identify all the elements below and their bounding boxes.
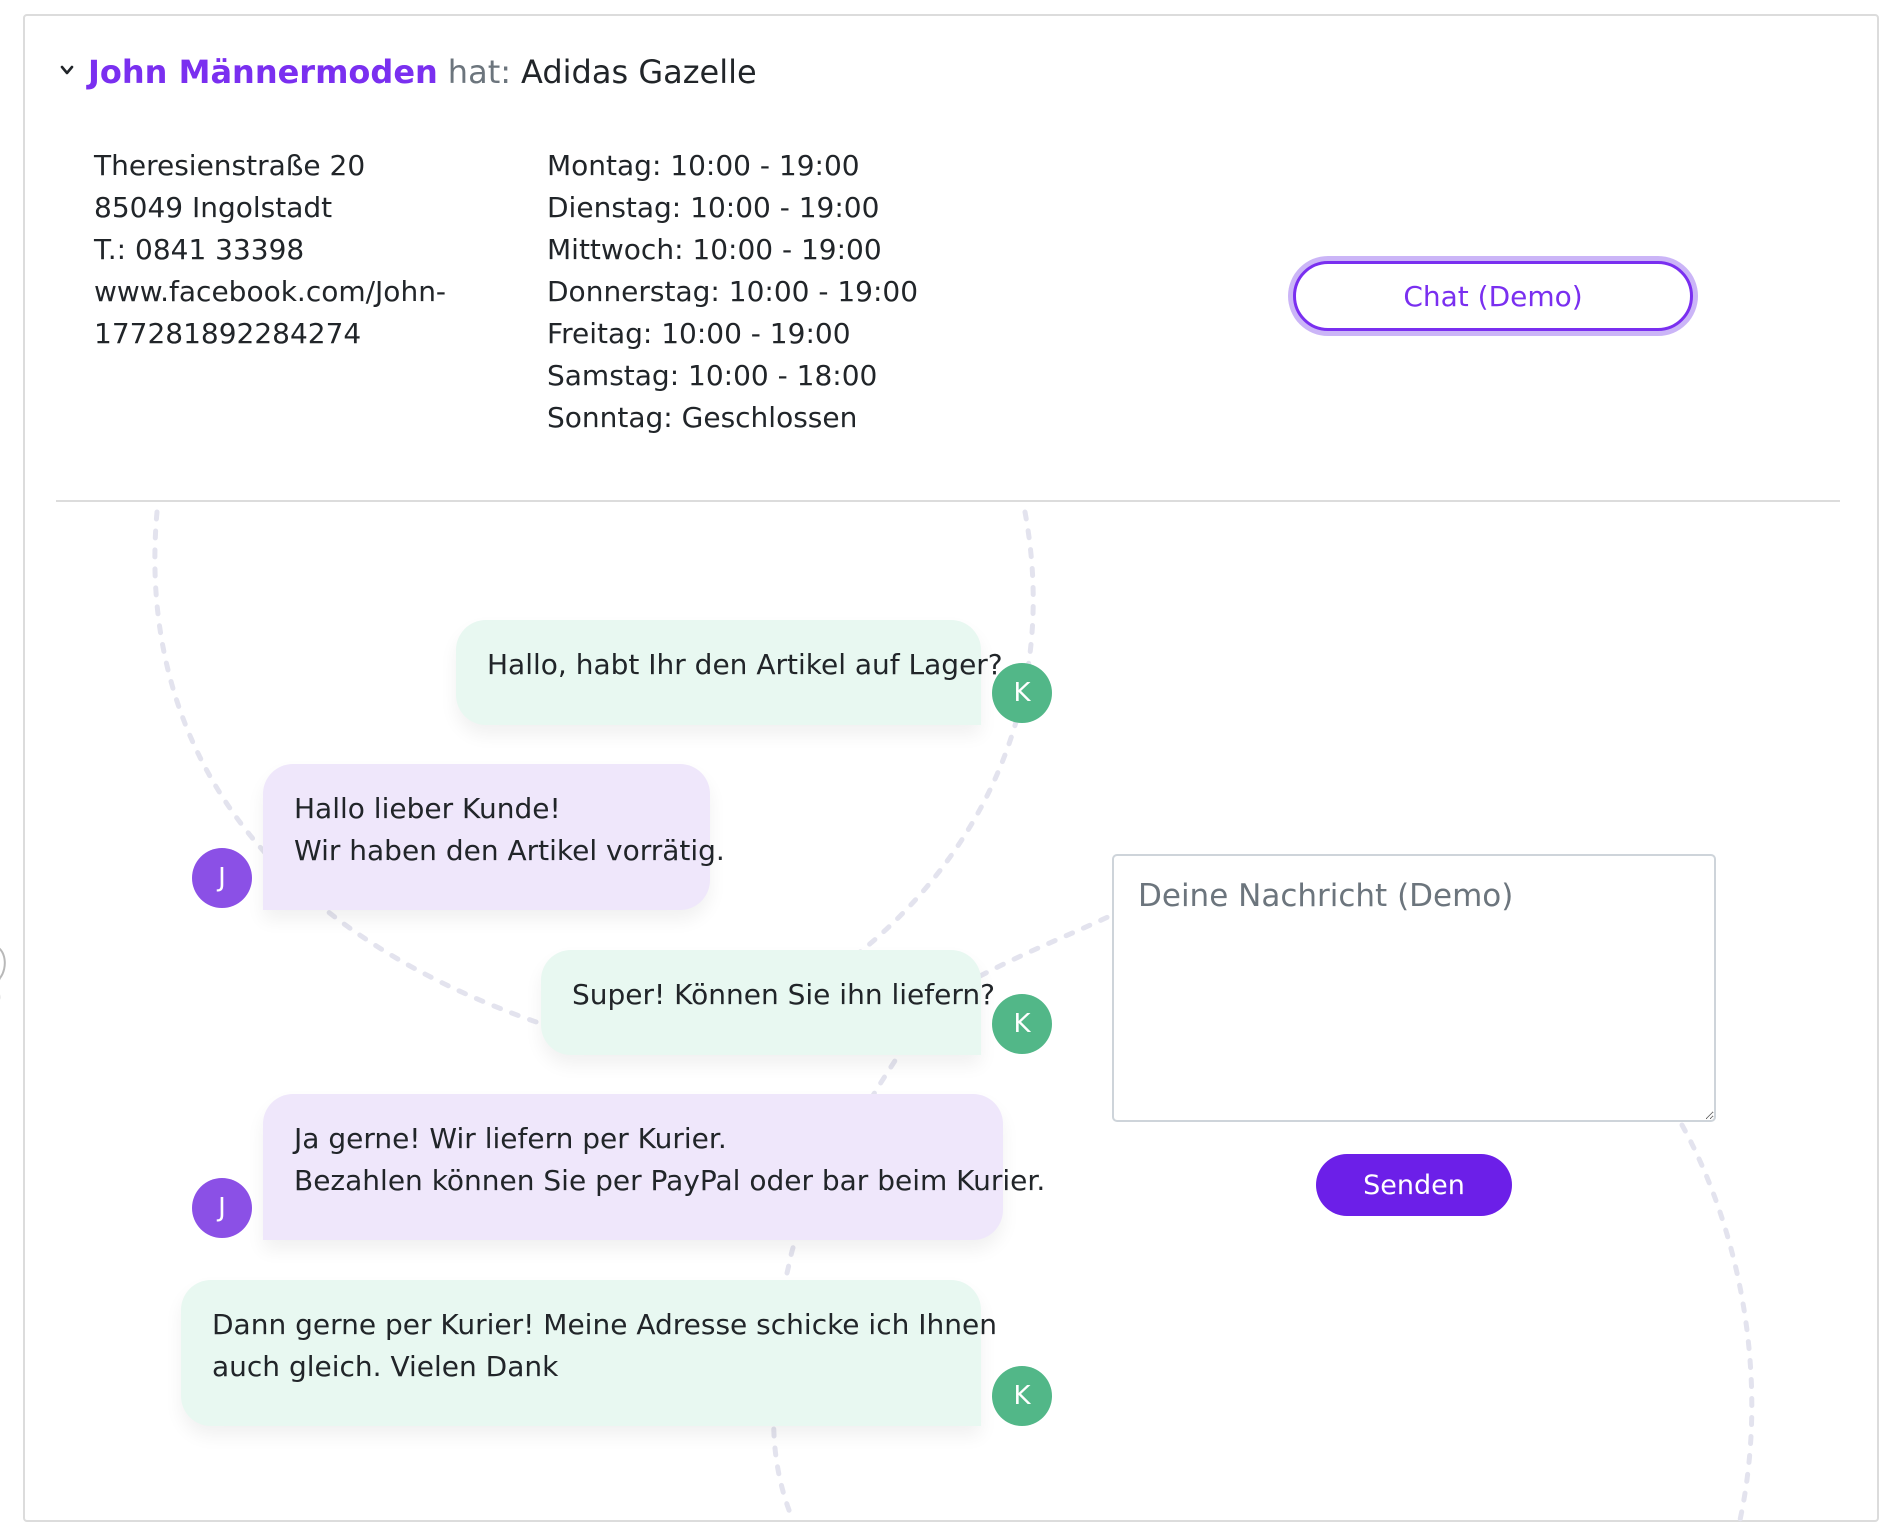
avatar-initial: J (218, 863, 226, 893)
product-name: Adidas Gazelle (521, 53, 757, 91)
message-text-line-2: Bezahlen können Sie per PayPal oder bar … (294, 1164, 1046, 1197)
avatar-customer: K (992, 1366, 1052, 1426)
hours-thursday: Donnerstag: 10:00 - 19:00 (547, 275, 919, 308)
hours-tuesday: Dienstag: 10:00 - 19:00 (547, 191, 880, 224)
message-text-line-2: Wir haben den Artikel vorrätig. (294, 834, 725, 867)
avatar-shop: J (192, 1178, 252, 1238)
message-text-line-2: auch gleich. Vielen Dank (212, 1350, 559, 1383)
hours-wednesday: Mittwoch: 10:00 - 19:00 (547, 233, 882, 266)
hours-saturday: Samstag: 10:00 - 18:00 (547, 359, 878, 392)
opening-hours: Montag: 10:00 - 19:00 Dienstag: 10:00 - … (547, 145, 918, 439)
facebook-line-cont: 177281892284274 (94, 317, 362, 350)
chat-message-customer: Dann gerne per Kurier! Meine Adresse sch… (181, 1280, 997, 1426)
partial-icon (0, 948, 6, 1000)
city-line: 85049 Ingolstadt (94, 191, 333, 224)
offer-header[interactable]: John Männermoden hat: Adidas Gazelle (60, 52, 757, 92)
phone-line: T.: 0841 33398 (94, 233, 305, 266)
avatar-customer: K (992, 994, 1052, 1054)
facebook-line: www.facebook.com/John- (94, 275, 447, 308)
chat-message-shop: Hallo lieber Kunde! Wir haben den Artike… (263, 764, 725, 910)
avatar-initial: K (1013, 1381, 1031, 1411)
chat-message-shop: Ja gerne! Wir liefern per Kurier. Bezahl… (263, 1094, 1046, 1240)
message-text-line-1: Ja gerne! Wir liefern per Kurier. (294, 1122, 727, 1155)
avatar-initial: K (1013, 678, 1031, 708)
avatar-initial: J (218, 1193, 226, 1223)
shop-address: Theresienstraße 20 85049 Ingolstadt T.: … (94, 145, 446, 355)
divider (56, 500, 1840, 502)
avatar-initial: K (1013, 1009, 1031, 1039)
avatar-customer: K (992, 663, 1052, 723)
chat-message-customer: Super! Können Sie ihn liefern? (541, 950, 995, 1055)
chevron-down-icon[interactable] (60, 63, 74, 77)
street-line: Theresienstraße 20 (94, 149, 366, 182)
chat-message-customer: Hallo, habt Ihr den Artikel auf Lager? (456, 620, 1003, 725)
chat-demo-button[interactable]: Chat (Demo) (1293, 261, 1693, 331)
message-text: Hallo, habt Ihr den Artikel auf Lager? (487, 648, 1003, 681)
message-input[interactable] (1112, 854, 1716, 1122)
hours-sunday: Sonntag: Geschlossen (547, 401, 858, 434)
avatar-shop: J (192, 848, 252, 908)
hat-label: hat: (447, 53, 512, 91)
message-text-line-1: Dann gerne per Kurier! Meine Adresse sch… (212, 1308, 997, 1341)
send-button[interactable]: Senden (1316, 1154, 1512, 1216)
message-text: Super! Können Sie ihn liefern? (572, 978, 995, 1011)
message-text-line-1: Hallo lieber Kunde! (294, 792, 561, 825)
shop-name[interactable]: John Männermoden (88, 52, 438, 92)
hours-monday: Montag: 10:00 - 19:00 (547, 149, 860, 182)
hours-friday: Freitag: 10:00 - 19:00 (547, 317, 851, 350)
